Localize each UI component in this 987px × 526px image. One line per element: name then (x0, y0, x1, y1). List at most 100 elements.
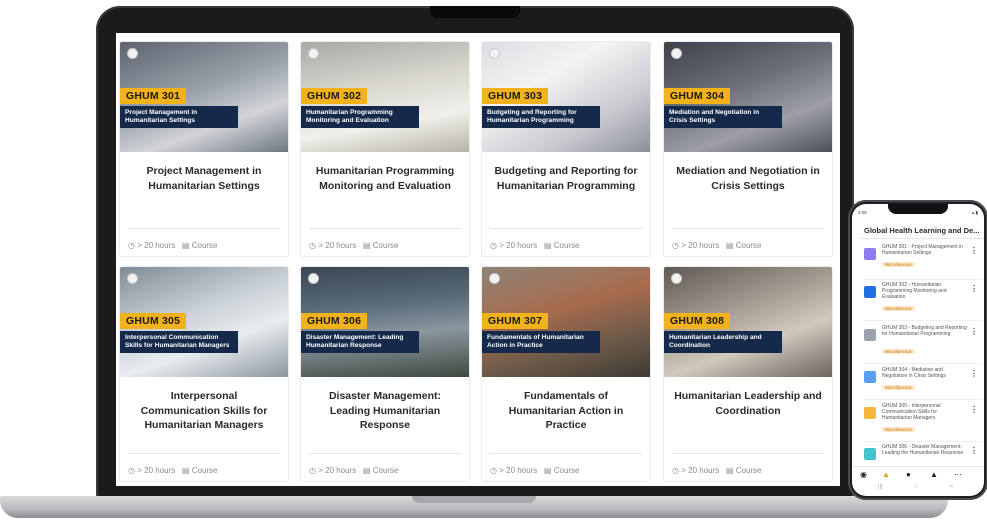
bottom-nav: ◉ ▲ ● ▲ ⋯ (852, 466, 984, 483)
more-vertical-icon[interactable]: ⋮ (970, 246, 978, 255)
course-code: GHUM 304 (664, 88, 731, 104)
course-banner: Humanitarian Programming Monitoring and … (301, 106, 419, 128)
course-meta: ◷ > 20 hours ▤ Course (490, 466, 580, 475)
university-logo-icon (308, 273, 319, 284)
book-icon: ▤ (725, 241, 734, 250)
list-separator (864, 399, 982, 400)
more-horizontal-icon[interactable]: ⋯ (954, 470, 962, 479)
card-divider (128, 453, 280, 454)
course-title[interactable]: Project Management in Humanitarian Setti… (130, 164, 278, 224)
course-thumbnail: GHUM 307 Fundamentals of Humanitarian Ac… (482, 267, 650, 377)
more-vertical-icon[interactable]: ⋮ (970, 405, 978, 414)
more-vertical-icon[interactable]: ⋮ (970, 446, 978, 455)
course-card[interactable]: GHUM 303 Budgeting and Reporting for Hum… (481, 41, 651, 257)
more-vertical-icon[interactable]: ⋮ (970, 369, 978, 378)
clock-icon: ◷ (490, 466, 497, 475)
course-thumbnail: GHUM 305 Interpersonal Communication Ski… (120, 267, 288, 377)
course-thumbnail: GHUM 306 Disaster Management: Leading Hu… (301, 267, 469, 377)
course-duration: > 20 hours (318, 466, 357, 475)
list-item-title: GHUM 304 - Mediation and Negotiation in … (882, 367, 946, 379)
list-separator (864, 320, 982, 321)
course-banner: Project Management in Humanitarian Setti… (120, 106, 238, 128)
course-icon (864, 407, 876, 419)
course-code: GHUM 303 (482, 88, 549, 104)
course-title[interactable]: Disaster Management: Leading Humanitaria… (311, 389, 459, 449)
university-logo-icon (671, 273, 682, 284)
category-tag: Miscellaneous (882, 306, 915, 311)
course-card[interactable]: GHUM 304 Mediation and Negotiation in Cr… (663, 41, 833, 257)
course-duration: > 20 hours (318, 241, 357, 250)
course-banner: Humanitarian Leadership and Coordination (664, 331, 782, 353)
course-thumbnail: GHUM 301 Project Management in Humanitar… (120, 42, 288, 152)
card-divider (128, 228, 280, 229)
course-title[interactable]: Mediation and Negotiation in Crisis Sett… (674, 164, 822, 224)
course-grid: GHUM 301 Project Management in Humanitar… (116, 33, 840, 486)
course-code: GHUM 308 (664, 313, 731, 329)
laptop-lid: GHUM 301 Project Management in Humanitar… (96, 6, 854, 500)
list-separator (864, 363, 982, 364)
course-card[interactable]: GHUM 301 Project Management in Humanitar… (119, 41, 289, 257)
bell-icon[interactable]: ▲ (930, 470, 938, 479)
system-nav: ||| ○ < (852, 484, 984, 494)
university-logo-icon (671, 48, 682, 59)
course-title[interactable]: Fundamentals of Humanitarian Action in P… (492, 389, 640, 449)
course-icon (864, 371, 876, 383)
camera-notch (430, 6, 520, 18)
more-vertical-icon[interactable]: ⋮ (970, 327, 978, 336)
course-type: Course (372, 466, 399, 475)
course-type: Course (191, 241, 218, 250)
university-logo-icon (127, 273, 138, 284)
list-separator (864, 441, 982, 442)
book-icon: ▤ (543, 466, 552, 475)
book-icon: ▤ (362, 241, 371, 250)
book-icon: ▤ (362, 466, 371, 475)
category-tag: Miscellaneous (882, 385, 915, 390)
course-banner: Fundamentals of Humanitarian Action in P… (482, 331, 600, 353)
course-thumbnail: GHUM 303 Budgeting and Reporting for Hum… (482, 42, 650, 152)
course-title[interactable]: Humanitarian Programming Monitoring and … (311, 164, 459, 224)
list-item-title: GHUM 302 - Humanitarian Programming Moni… (882, 282, 947, 300)
card-divider (672, 228, 824, 229)
back-icon[interactable]: < (950, 484, 954, 490)
course-type: Course (191, 466, 218, 475)
more-vertical-icon[interactable]: ⋮ (970, 284, 978, 293)
home-icon[interactable]: ○ (914, 484, 918, 490)
course-title[interactable]: Interpersonal Communication Skills for H… (130, 389, 278, 449)
recent-apps-icon[interactable]: ||| (878, 484, 883, 490)
course-duration: > 20 hours (681, 466, 720, 475)
list-item[interactable]: GHUM 302 - Humanitarian Programming Moni… (864, 282, 982, 322)
course-thumbnail: GHUM 302 Humanitarian Programming Monito… (301, 42, 469, 152)
book-icon: ▤ (543, 241, 552, 250)
course-title[interactable]: Humanitarian Leadership and Coordination (674, 389, 822, 449)
course-duration: > 20 hours (681, 241, 720, 250)
laptop-screen: GHUM 301 Project Management in Humanitar… (116, 33, 840, 486)
list-item[interactable]: GHUM 305 - Interpersonal Communication S… (864, 403, 982, 443)
chat-icon[interactable]: ● (906, 470, 911, 479)
course-duration: > 20 hours (137, 241, 176, 250)
courses-icon[interactable]: ▲ (882, 470, 890, 479)
course-type: Course (735, 241, 762, 250)
list-separator (864, 279, 982, 280)
list-item[interactable]: GHUM 304 - Mediation and Negotiation in … (864, 367, 982, 401)
list-item-title: GHUM 301 - Project Management in Humanit… (882, 244, 963, 256)
course-type: Course (553, 466, 580, 475)
course-card[interactable]: GHUM 306 Disaster Management: Leading Hu… (300, 266, 470, 482)
university-logo-icon (489, 48, 500, 59)
laptop-base (0, 496, 948, 518)
course-thumbnail: GHUM 304 Mediation and Negotiation in Cr… (664, 42, 832, 152)
course-title[interactable]: Budgeting and Reporting for Humanitarian… (492, 164, 640, 224)
list-item[interactable]: GHUM 306 - Disaster Management: Leading … (864, 444, 982, 466)
course-card[interactable]: GHUM 302 Humanitarian Programming Monito… (300, 41, 470, 257)
course-meta: ◷ > 20 hours ▤ Course (128, 241, 218, 250)
course-icon (864, 329, 876, 341)
list-item[interactable]: GHUM 301 - Project Management in Humanit… (864, 244, 982, 280)
course-meta: ◷ > 20 hours ▤ Course (309, 241, 399, 250)
course-card[interactable]: GHUM 307 Fundamentals of Humanitarian Ac… (481, 266, 651, 482)
status-bar: 3:06 ▴ ▮ (858, 210, 978, 219)
list-item[interactable]: GHUM 303 - Budgeting and Reporting for H… (864, 325, 982, 365)
compass-icon[interactable]: ◉ (860, 470, 867, 479)
course-card[interactable]: GHUM 305 Interpersonal Communication Ski… (119, 266, 289, 482)
course-card[interactable]: GHUM 308 Humanitarian Leadership and Coo… (663, 266, 833, 482)
card-divider (672, 453, 824, 454)
app-divider (860, 238, 984, 239)
